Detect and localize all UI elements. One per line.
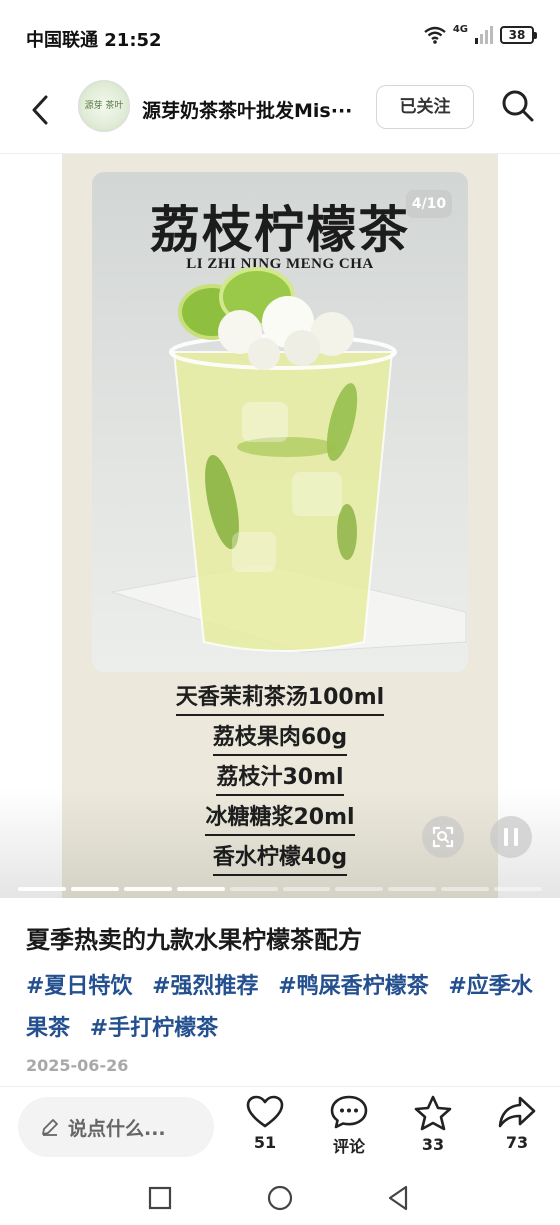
scan-icon [432, 826, 454, 848]
comment-button[interactable]: 评论 [319, 1095, 379, 1157]
carousel-progress-segment [494, 887, 543, 891]
carousel-progress-segment [123, 887, 172, 891]
like-button[interactable]: 51 [235, 1095, 295, 1152]
avatar-logo-text: 源芽 茶叶 [84, 100, 124, 111]
comment-label: 评论 [332, 1137, 365, 1156]
share-count: 73 [505, 1133, 529, 1152]
recipe-item: 荔枝果肉60g [212, 724, 348, 756]
post-image-carousel[interactable]: 荔枝柠檬茶 LI ZHI NING MENG CHA 4/10 天香茉莉茶汤10… [0, 154, 560, 898]
page-counter: 4/10 [406, 190, 452, 218]
carousel-progress-segment [70, 887, 119, 891]
hashtag-link[interactable]: #手打柠檬茶 [90, 1016, 218, 1041]
heart-icon [246, 1095, 284, 1128]
collect-button[interactable]: 33 [403, 1095, 463, 1154]
author-avatar[interactable]: 源芽 茶叶 [78, 80, 130, 132]
battery-indicator: 38 [500, 26, 537, 44]
carousel-progress-segment [176, 887, 225, 891]
bottom-action-bar: 说点什么... 51 评论 33 73 [0, 1086, 560, 1172]
pencil-icon [42, 1119, 58, 1136]
home-button[interactable] [264, 1182, 296, 1214]
carrier-time: 中国联通 21:52 [26, 30, 162, 51]
system-back-button[interactable] [382, 1182, 414, 1214]
wifi-icon [423, 26, 447, 44]
back-button[interactable] [24, 92, 60, 128]
like-count: 51 [253, 1133, 277, 1152]
image-search-button[interactable] [422, 816, 464, 858]
recipe-card: 荔枝柠檬茶 LI ZHI NING MENG CHA 4/10 天香茉莉茶汤10… [62, 154, 498, 898]
collect-count: 33 [421, 1135, 445, 1154]
post-date: 2025-06-26 [26, 1056, 129, 1075]
carousel-progress-segment [441, 887, 490, 891]
hashtag-link[interactable]: #强烈推荐 [152, 974, 258, 999]
post-header: 源芽 茶叶 源芽奶茶茶叶批发Mis··· 已关注 [0, 76, 560, 154]
hashtag-link[interactable]: #夏日特饮 [26, 974, 132, 999]
carousel-progress [18, 887, 543, 891]
author-name[interactable]: 源芽奶茶茶叶批发Mis··· [142, 96, 372, 123]
recipe-item: 天香茉莉茶汤100ml [175, 684, 385, 716]
pause-icon [504, 828, 518, 846]
carousel-progress-segment [335, 887, 384, 891]
carousel-progress-segment [388, 887, 437, 891]
search-button[interactable] [500, 88, 536, 124]
recents-button[interactable] [144, 1182, 176, 1214]
circle-icon [267, 1185, 293, 1211]
carousel-progress-segment [282, 887, 331, 891]
carousel-progress-segment [229, 887, 278, 891]
chevron-left-icon [32, 95, 48, 125]
drink-photo: 荔枝柠檬茶 LI ZHI NING MENG CHA 4/10 [92, 172, 468, 672]
share-icon [498, 1096, 536, 1128]
signal-icon [474, 26, 494, 44]
tag-list: #夏日特饮 #强烈推荐 #鸭屎香柠檬茶 #应季水果茶 #手打柠檬茶 [26, 966, 546, 1050]
search-icon [502, 90, 534, 122]
lychee-lemon-tea-cup-illustration [111, 267, 467, 653]
recipe-item: 香水柠檬40g [212, 844, 348, 876]
system-nav-bar [0, 1172, 560, 1225]
recipe-item: 荔枝汁30ml [216, 764, 344, 796]
comment-placeholder: 说点什么... [68, 1117, 166, 1140]
pause-button[interactable] [490, 816, 532, 858]
comment-bubble-icon [330, 1095, 368, 1129]
comment-input[interactable]: 说点什么... [18, 1097, 214, 1157]
square-icon [148, 1186, 172, 1210]
follow-button[interactable]: 已关注 [376, 85, 474, 129]
star-icon [414, 1095, 452, 1131]
network-type: 4G [452, 23, 468, 35]
recipe-item: 冰糖糖浆20ml [205, 804, 355, 836]
hashtag-link[interactable]: #鸭屎香柠檬茶 [278, 974, 428, 999]
status-icons: 4G 38 [423, 23, 537, 44]
status-bar: 中国联通 21:52 4G 38 [0, 0, 560, 76]
carousel-progress-segment [18, 887, 66, 891]
triangle-back-icon [388, 1185, 408, 1211]
post-title: 夏季热卖的九款水果柠檬茶配方 [26, 926, 362, 954]
share-button[interactable]: 73 [487, 1095, 547, 1152]
